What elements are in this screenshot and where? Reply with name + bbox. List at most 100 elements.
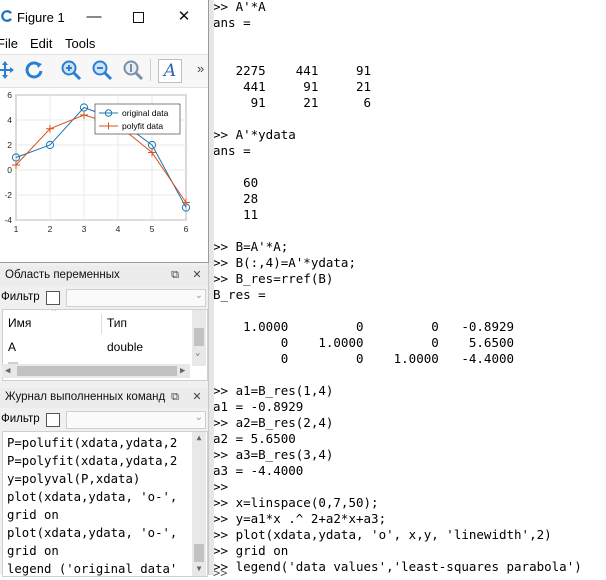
history-filter-row: Фильтр ⌄	[0, 409, 208, 431]
close-panel-icon[interactable]: ✕	[190, 268, 204, 282]
command-output-line: 28	[213, 191, 259, 206]
history-filter-checkbox[interactable]	[46, 413, 60, 427]
figure-plot[interactable]: 6 4 2 0 -2 -4 1 2 3 4 5 6 original data polyfit da…	[0, 88, 208, 260]
scrollbar-thumb[interactable]	[194, 544, 204, 562]
x-tick-label: 5	[150, 224, 155, 234]
history-item[interactable]: legend ('original data'	[7, 560, 177, 576]
command-output-line: >> a3=B_res(3,4)	[213, 447, 334, 462]
workspace-filter-row: Фильтр ⌄	[0, 287, 208, 309]
y-tick-label: -2	[4, 190, 12, 200]
command-output-line: ans =	[213, 15, 251, 30]
toolbar-overflow-icon[interactable]: »	[197, 61, 204, 76]
command-output-line: >> B=A'*A;	[213, 239, 289, 254]
scroll-down-icon[interactable]: ⌄	[195, 348, 200, 358]
menu-edit[interactable]: Edit	[30, 36, 52, 51]
menu-tools[interactable]: Tools	[65, 36, 95, 51]
rotate-icon[interactable]	[23, 59, 45, 81]
command-output-line: 0 0 1.0000 -4.4000	[213, 351, 515, 366]
zoom-in-icon[interactable]	[60, 59, 82, 81]
command-output-line: a2 = 5.6500	[213, 431, 296, 446]
command-output-line: >> x=linspace(0,7,50);	[213, 495, 379, 510]
command-output-line: >> A'*A	[213, 0, 266, 14]
command-output-line: >> a1=B_res(1,4)	[213, 383, 334, 398]
command-prompt-caret[interactable]: >>	[213, 566, 227, 580]
plot-legend[interactable]: original data polyfit data	[94, 103, 181, 135]
history-item[interactable]: plot(xdata,ydata, 'o-',	[7, 488, 177, 506]
insert-text-icon[interactable]: A	[158, 59, 182, 83]
figure-window: Figure 1 — ✕ File Edit Tools A » 6 4 2 0…	[0, 0, 209, 263]
maximize-button[interactable]	[126, 6, 150, 28]
minimize-button[interactable]: —	[82, 6, 106, 28]
command-output-line: >> B(:,4)=A'*ydata;	[213, 255, 356, 270]
workspace-filter-select[interactable]: ⌄	[66, 289, 206, 307]
workspace-filter-checkbox[interactable]	[46, 291, 60, 305]
command-output-line: >> grid on	[213, 543, 289, 558]
command-output-line: 2275 441 91	[213, 63, 372, 78]
command-window[interactable]: >> A'*A ans = 2275 441 91 441 91 21 91 21…	[213, 0, 606, 575]
workspace-hscrollbar[interactable]: ◀ ▶	[2, 364, 190, 378]
command-output-line: B_res =	[213, 287, 266, 302]
history-item[interactable]: grid on	[7, 506, 59, 524]
y-tick-label: 0	[7, 165, 12, 175]
figure-title: Figure 1	[17, 10, 65, 25]
legend-label-original: original data	[122, 108, 169, 118]
figure-menubar: File Edit Tools	[0, 34, 208, 54]
history-filter-select[interactable]: ⌄	[66, 411, 206, 429]
undock-icon[interactable]: ⧉	[168, 268, 182, 282]
hscroll-thumb[interactable]	[17, 366, 177, 376]
x-tick-label: 2	[48, 224, 53, 234]
figure-toolbar: A »	[0, 54, 208, 88]
app-logo-icon	[1, 10, 12, 22]
command-output-line: 0 1.0000 0 5.6500	[213, 335, 515, 350]
variable-name[interactable]: A	[8, 338, 16, 356]
command-output-line: >> A'*ydata	[213, 127, 296, 142]
y-tick-label: -4	[4, 215, 12, 225]
history-scrollbar[interactable]: ▲ ▼	[192, 432, 206, 576]
command-output-line: >> y=a1*x .^ 2+a2*x+a3;	[213, 511, 387, 526]
sort-asc-icon: ⌃	[50, 309, 58, 317]
x-tick-label: 1	[14, 224, 19, 234]
column-header-name[interactable]: Имя	[8, 310, 31, 336]
command-output-line: 1.0000 0 0 -0.8929	[213, 319, 515, 334]
history-item[interactable]: P=polyfit(xdata,ydata,2	[7, 452, 177, 470]
history-item[interactable]: P=polufit(xdata,ydata,2	[7, 434, 177, 452]
history-item[interactable]: plot(xdata,ydata, 'o-',	[7, 524, 177, 542]
command-output-line: >>	[213, 479, 229, 494]
zoom-out-icon[interactable]	[91, 59, 113, 81]
figure-titlebar[interactable]: Figure 1 — ✕	[0, 0, 208, 34]
history-item[interactable]: grid on	[7, 542, 59, 560]
pan-icon[interactable]	[0, 59, 16, 81]
maximize-icon	[133, 12, 144, 23]
undock-icon[interactable]: ⧉	[168, 390, 182, 404]
y-tick-labels: 6 4 2 0 -2 -4	[4, 90, 12, 225]
history-item[interactable]: y=polyval(P,xdata)	[7, 470, 140, 488]
scroll-down-icon[interactable]: ▼	[192, 563, 206, 575]
workspace-panel-header[interactable]: Область переменных ⧉ ✕	[0, 266, 208, 286]
scrollbar-thumb[interactable]	[194, 328, 204, 346]
column-header-type[interactable]: Тип	[107, 310, 127, 336]
command-output-line: >> legend('data values','least-squares p…	[213, 559, 582, 574]
variable-type: double	[107, 340, 144, 354]
command-output-line: a3 = -4.4000	[213, 463, 304, 478]
scroll-up-icon[interactable]: ▲	[192, 432, 206, 444]
close-button[interactable]: ✕	[172, 6, 196, 28]
history-panel-header[interactable]: Журнал выполненных команд ⧉ ✕	[0, 388, 208, 408]
zoom-reset-icon[interactable]	[122, 59, 144, 81]
command-output-line: 441 91 21	[213, 79, 372, 94]
x-tick-label: 4	[116, 224, 121, 234]
column-divider	[101, 314, 102, 334]
chevron-down-icon: ⌄	[194, 290, 203, 301]
legend-label-polyfit: polyfit data	[122, 121, 163, 131]
command-output-line: 91 21 6	[213, 95, 372, 110]
command-output-line: 11	[213, 207, 259, 222]
scroll-left-icon[interactable]: ◀	[5, 364, 10, 378]
scroll-right-icon[interactable]: ▶	[180, 364, 185, 378]
toolbar-separator	[150, 59, 151, 81]
workspace-panel-title: Область переменных	[5, 269, 120, 281]
command-output-line: a1 = -0.8929	[213, 399, 304, 414]
x-tick-label: 3	[82, 224, 87, 234]
y-tick-label: 6	[7, 90, 12, 100]
close-panel-icon[interactable]: ✕	[190, 390, 204, 404]
history-list[interactable]: P=polufit(xdata,ydata,2 P=polyfit(xdata,…	[2, 431, 208, 577]
menu-file[interactable]: File	[0, 36, 18, 51]
